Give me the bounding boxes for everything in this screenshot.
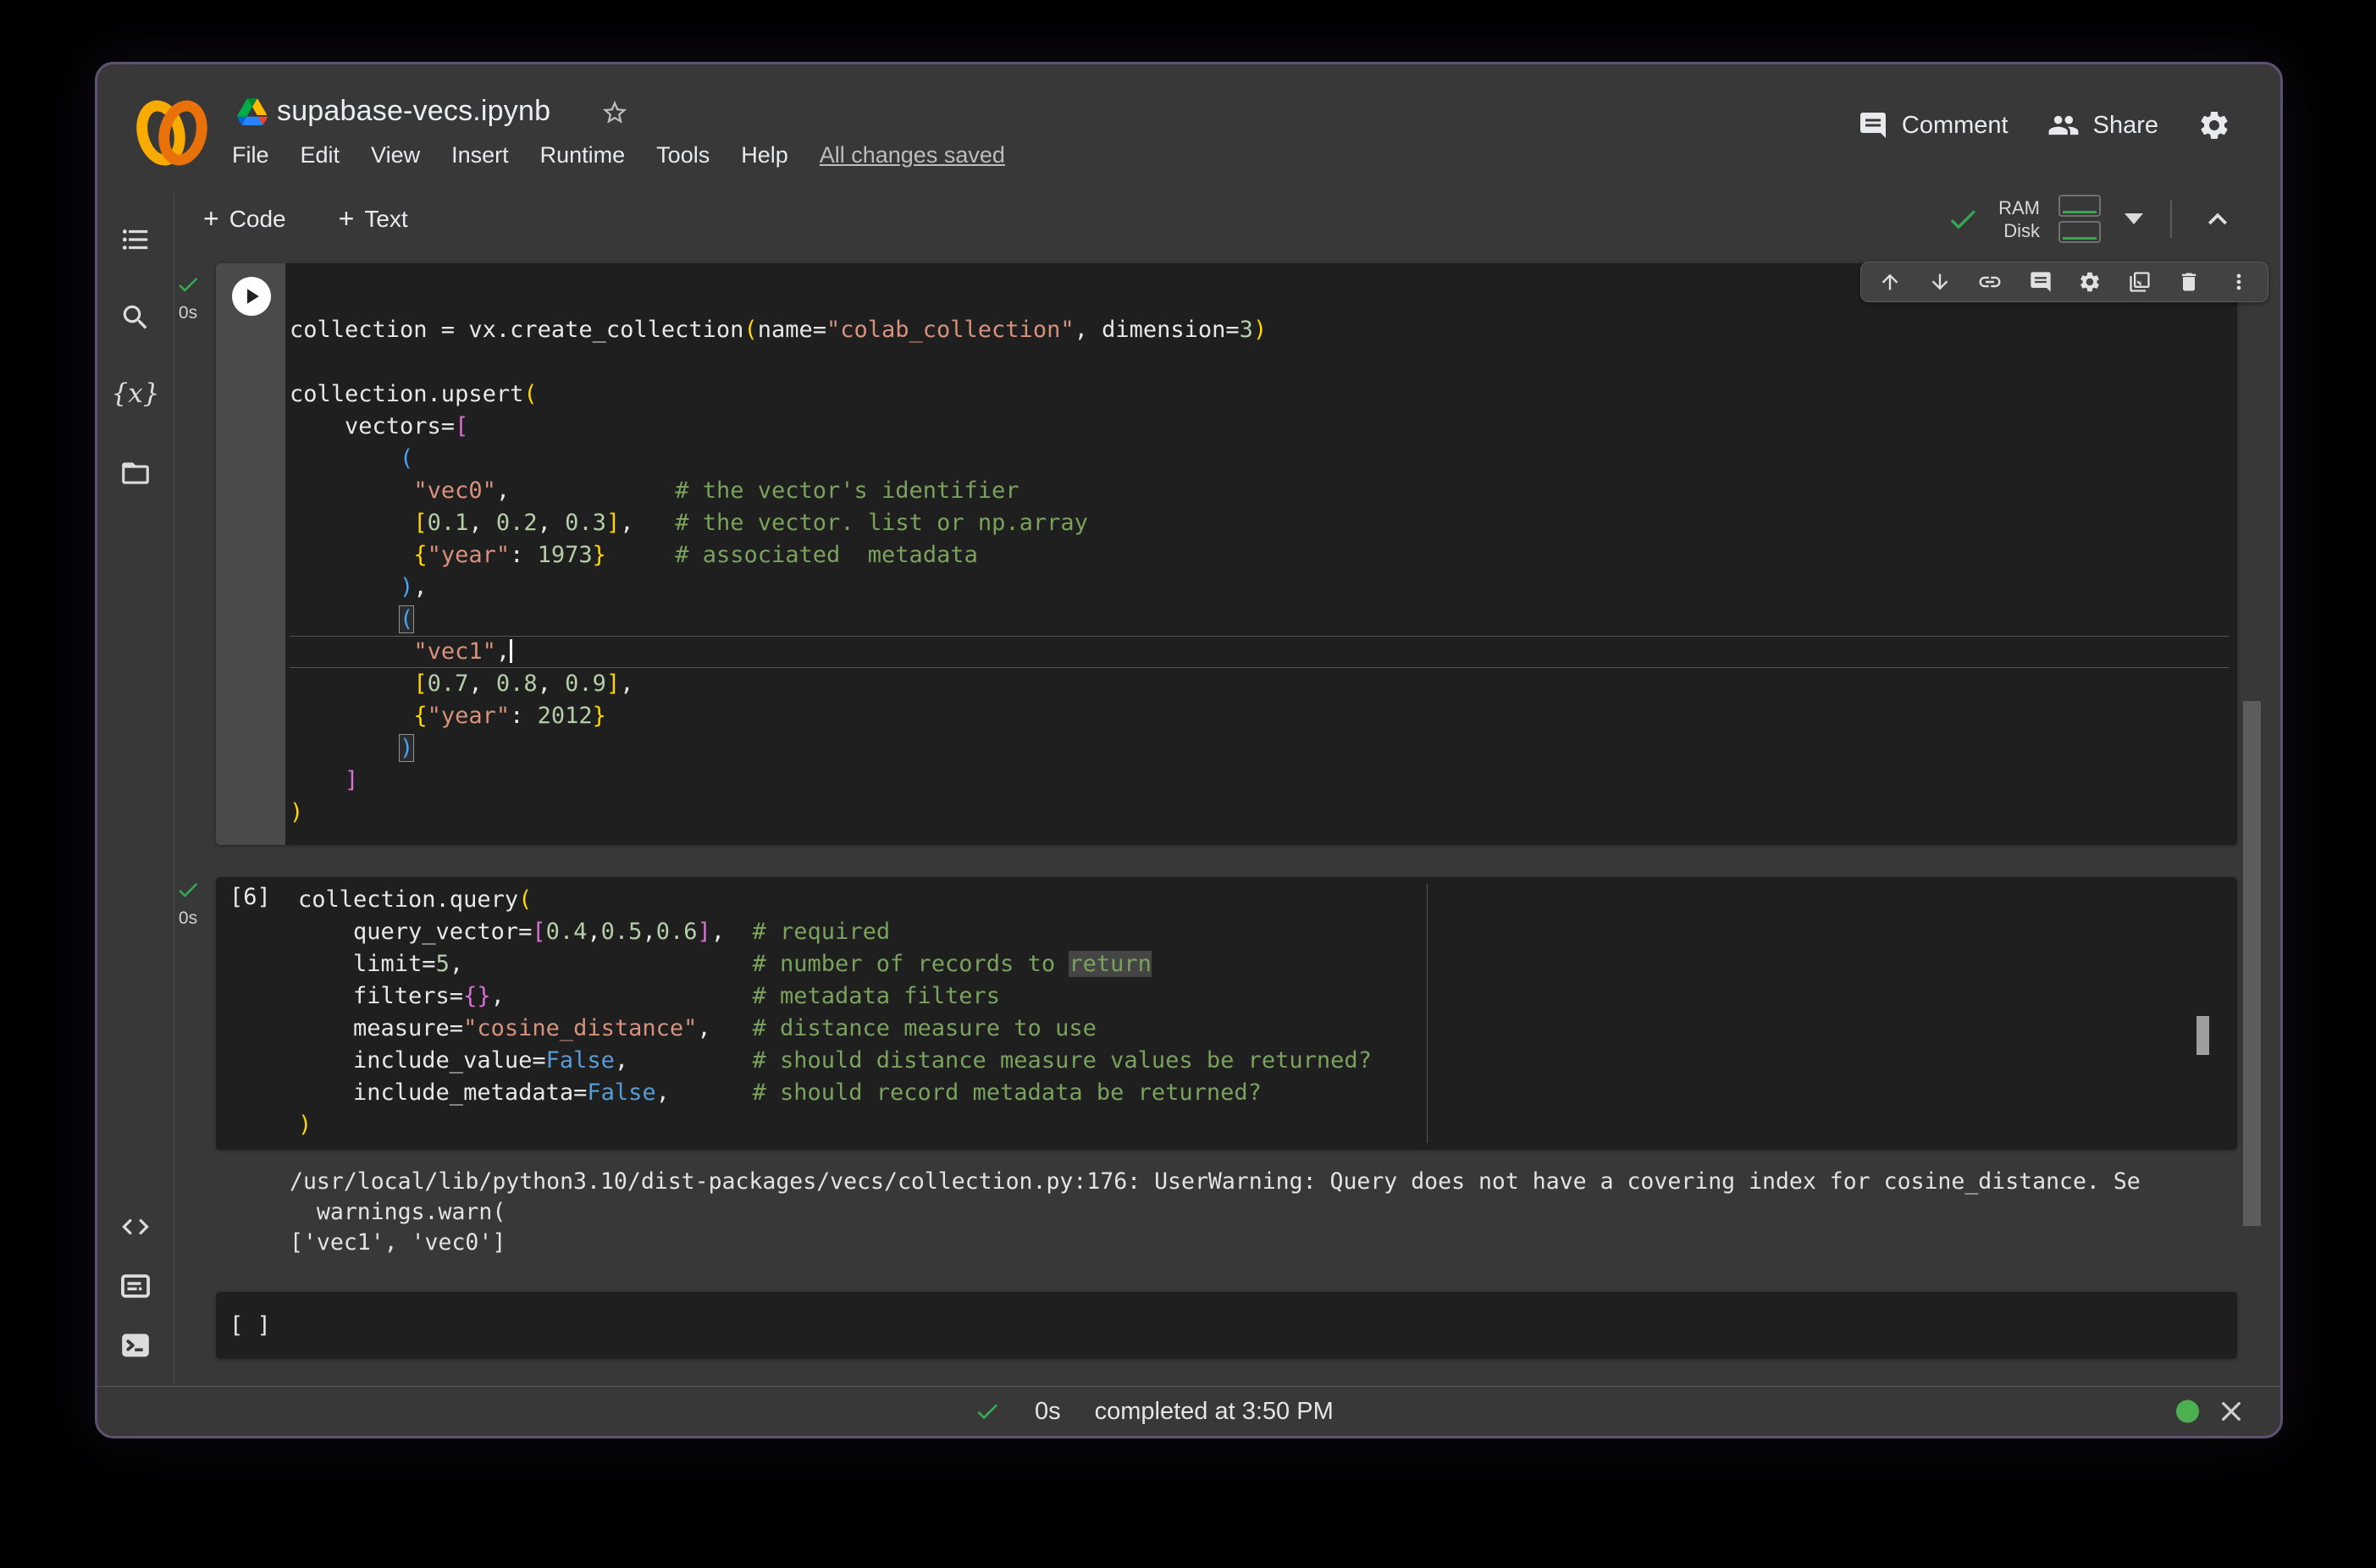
cell1-code-editor[interactable]: collection = vx.create_collection(name="…	[290, 314, 2229, 829]
execution-count: [6]	[229, 884, 271, 910]
code-snippets-icon[interactable]	[119, 1211, 152, 1243]
ram-meter	[2058, 195, 2101, 217]
resources-dropdown-caret[interactable]	[2125, 213, 2143, 224]
collapse-chevron-icon[interactable]	[2199, 201, 2236, 238]
add-text-label: Text	[364, 206, 407, 233]
cell2-exec-status: 0s	[150, 877, 226, 929]
notebook-title[interactable]: supabase-vecs.ipynb	[277, 95, 550, 128]
copy-link-to-cell-icon[interactable]	[1977, 269, 2003, 295]
cell2-code-editor[interactable]: collection.query( query_vector=[0.4,0.5,…	[298, 884, 2186, 1141]
comment-button[interactable]: Comment	[1858, 110, 2009, 141]
cell-settings-gear-icon[interactable]	[2078, 270, 2102, 294]
add-comment-icon[interactable]	[2029, 270, 2053, 294]
delete-cell-trash-icon[interactable]	[2177, 270, 2201, 294]
variables-icon[interactable]: {x}	[112, 381, 160, 407]
disk-label: Disk	[2003, 219, 2040, 242]
header-actions: Comment Share	[1858, 108, 2231, 142]
close-status-bar-icon[interactable]	[2218, 1398, 2245, 1425]
play-icon	[239, 284, 264, 309]
people-icon	[2047, 109, 2080, 141]
kernel-status-dot	[2176, 1400, 2199, 1423]
connected-check-icon	[1946, 202, 1980, 236]
cell1-exec-time: 0s	[150, 303, 226, 323]
cell-success-check-icon	[175, 877, 201, 903]
menu-tools[interactable]: Tools	[656, 142, 710, 168]
left-sidebar: {x}	[97, 193, 174, 1387]
cell-success-check-icon	[175, 272, 201, 297]
run-cell-button[interactable]	[232, 277, 271, 316]
menu-help[interactable]: Help	[741, 142, 788, 168]
command-palette-icon[interactable]	[119, 1270, 152, 1302]
more-vert-icon[interactable]	[2227, 270, 2251, 294]
cell2-output: /usr/local/lib/python3.10/dist-packages/…	[290, 1167, 2141, 1258]
notebook-scrollbar-thumb[interactable]	[2243, 701, 2261, 1226]
add-text-button[interactable]: + Text	[339, 203, 408, 235]
settings-gear-icon[interactable]	[2197, 108, 2231, 142]
plus-icon: +	[203, 203, 219, 235]
comment-icon	[1858, 110, 1888, 141]
add-code-button[interactable]: + Code	[203, 203, 286, 235]
google-drive-icon	[237, 98, 268, 125]
menu-bar: File Edit View Insert Runtime Tools Help…	[232, 142, 1005, 168]
mirror-cell-icon[interactable]	[2128, 270, 2152, 294]
cell-scrollbar-thumb[interactable]	[2196, 1016, 2209, 1055]
table-of-contents-icon[interactable]	[119, 224, 152, 256]
resource-meters[interactable]	[2058, 195, 2101, 243]
toolbar-divider	[2170, 201, 2172, 238]
empty-code-cell[interactable]: [ ]	[216, 1292, 2237, 1359]
disk-meter	[2058, 221, 2101, 243]
notebook-toolbar: + Code + Text RAM Disk	[97, 191, 2280, 251]
status-message: completed at 3:50 PM	[1095, 1398, 1334, 1426]
menu-insert[interactable]: Insert	[451, 142, 509, 168]
menu-edit[interactable]: Edit	[301, 142, 340, 168]
star-icon[interactable]	[600, 98, 629, 127]
comment-label: Comment	[1902, 112, 2009, 140]
move-cell-down-icon[interactable]	[1928, 270, 1952, 294]
plus-icon: +	[339, 203, 355, 235]
cell1-exec-status: 0s	[150, 272, 226, 323]
terminal-icon[interactable]	[119, 1329, 152, 1361]
save-status-link[interactable]: All changes saved	[820, 142, 1005, 168]
search-icon[interactable]	[119, 301, 152, 334]
ram-label: RAM	[1998, 196, 2040, 219]
menu-file[interactable]: File	[232, 142, 269, 168]
colab-window: supabase-vecs.ipynb File Edit View Inser…	[95, 62, 2283, 1438]
status-duration: 0s	[1035, 1398, 1061, 1426]
colab-logo[interactable]	[137, 93, 208, 154]
files-folder-icon[interactable]	[119, 457, 152, 489]
execution-status-bar: 0s completed at 3:50 PM	[97, 1386, 2280, 1436]
cell-toolbar	[1860, 262, 2268, 302]
empty-execution-count: [ ]	[229, 1312, 271, 1339]
share-label: Share	[2093, 112, 2158, 140]
share-button[interactable]: Share	[2047, 109, 2158, 141]
cell1-gutter	[216, 263, 285, 845]
menu-runtime[interactable]: Runtime	[540, 142, 626, 168]
status-check-icon	[974, 1398, 1001, 1425]
cell2-exec-time: 0s	[150, 908, 226, 929]
add-code-label: Code	[229, 206, 286, 233]
code-cell-1[interactable]: collection = vx.create_collection(name="…	[216, 263, 2237, 845]
menu-view[interactable]: View	[371, 142, 420, 168]
move-cell-up-icon[interactable]	[1878, 270, 1902, 294]
code-cell-2[interactable]: [6] collection.query( query_vector=[0.4,…	[216, 877, 2237, 1150]
